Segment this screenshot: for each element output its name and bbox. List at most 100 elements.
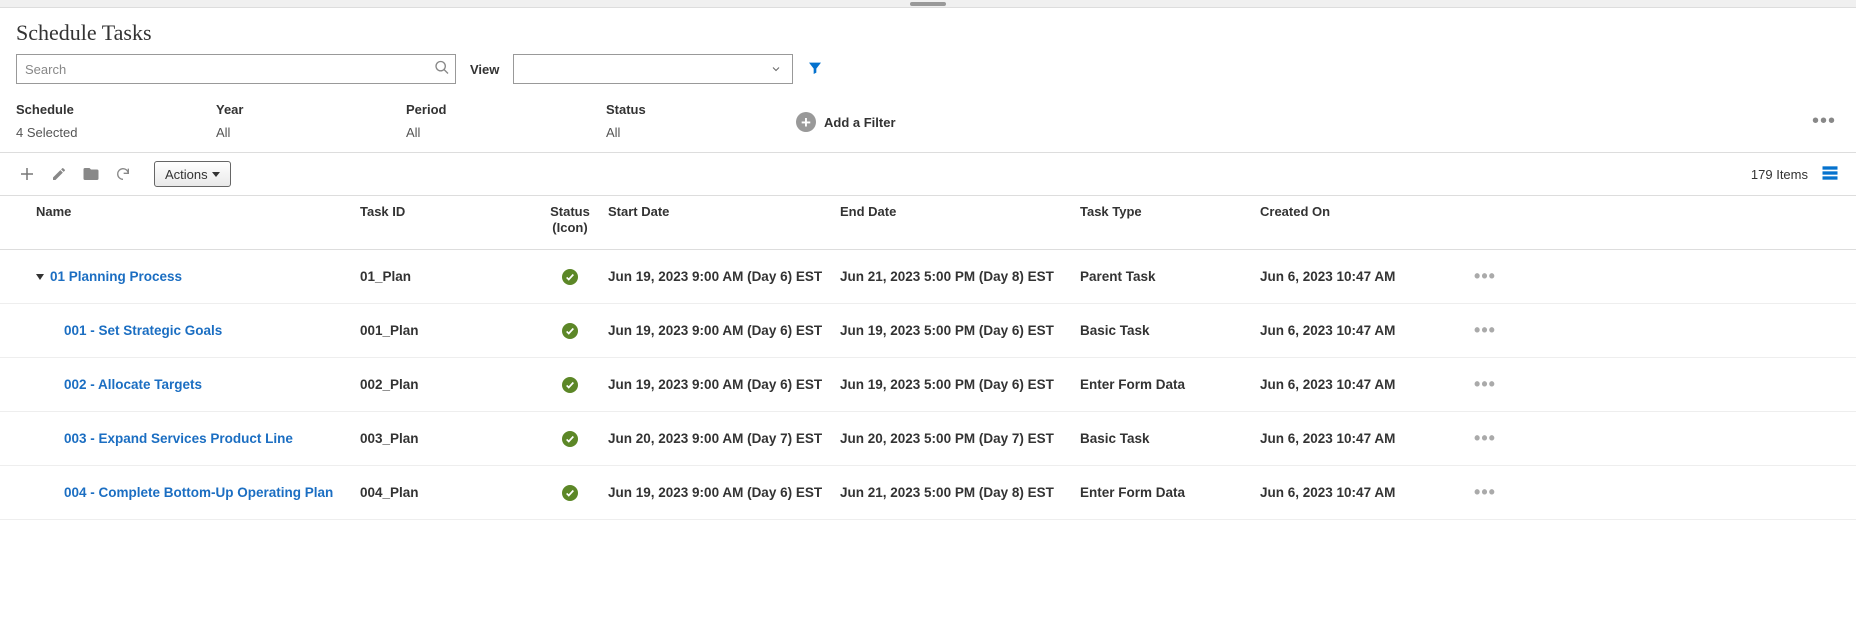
caret-down-icon [212, 172, 220, 177]
col-actions [1460, 204, 1510, 235]
task-name-link[interactable]: 003 - Expand Services Product Line [64, 431, 293, 446]
table-row[interactable]: 003 - Expand Services Product Line 003_Pl… [0, 412, 1856, 466]
add-filter-label: Add a Filter [824, 115, 896, 130]
filter-year-label: Year [216, 102, 366, 117]
actions-dropdown[interactable]: Actions [154, 161, 231, 187]
cell-taskid: 001_Plan [360, 323, 540, 338]
table-header: Name Task ID Status (Icon) Start Date En… [0, 196, 1856, 250]
row-overflow-menu[interactable]: ••• [1474, 374, 1496, 394]
cell-taskid: 003_Plan [360, 431, 540, 446]
cell-end-date: Jun 21, 2023 5:00 PM (Day 8) EST [840, 269, 1080, 284]
cell-created-on: Jun 6, 2023 10:47 AM [1260, 485, 1460, 500]
filter-bar: Schedule 4 Selected Year All Period All … [0, 96, 1856, 153]
row-overflow-menu[interactable]: ••• [1474, 320, 1496, 340]
table-row[interactable]: 01 Planning Process01_PlanJun 19, 2023 9… [0, 250, 1856, 304]
filter-period[interactable]: Period All [406, 102, 566, 140]
cell-task-type: Basic Task [1080, 323, 1260, 338]
col-end[interactable]: End Date [840, 204, 1080, 235]
filter-schedule-label: Schedule [16, 102, 176, 117]
search-input[interactable] [16, 54, 456, 84]
task-name-link[interactable]: 01 Planning Process [50, 269, 182, 284]
filter-schedule-value: 4 Selected [16, 125, 176, 140]
cell-name: 001 - Set Strategic Goals [20, 323, 360, 338]
col-name[interactable]: Name [20, 204, 360, 235]
actions-label: Actions [165, 167, 208, 182]
task-name-link[interactable]: 004 - Complete Bottom-Up Operating Plan [64, 485, 333, 500]
row-overflow-menu[interactable]: ••• [1474, 482, 1496, 502]
task-name-link[interactable]: 001 - Set Strategic Goals [64, 323, 222, 338]
table-row[interactable]: 002 - Allocate Targets002_PlanJun 19, 20… [0, 358, 1856, 412]
cell-created-on: Jun 6, 2023 10:47 AM [1260, 323, 1460, 338]
cell-created-on: Jun 6, 2023 10:47 AM [1260, 269, 1460, 284]
col-status-line2: (Icon) [552, 220, 587, 235]
cell-created-on: Jun 6, 2023 10:47 AM [1260, 431, 1460, 446]
col-created[interactable]: Created On [1260, 204, 1460, 235]
cell-start-date: Jun 19, 2023 9:00 AM (Day 6) EST [600, 323, 840, 338]
table-body: 01 Planning Process01_PlanJun 19, 2023 9… [0, 250, 1856, 520]
top-controls: View [0, 54, 1856, 96]
filter-year[interactable]: Year All [216, 102, 366, 140]
cell-name: 01 Planning Process [20, 269, 360, 284]
cell-task-type: Parent Task [1080, 269, 1260, 284]
cell-status [540, 269, 600, 285]
filter-status-value: All [606, 125, 756, 140]
cell-end-date: Jun 21, 2023 5:00 PM (Day 8) EST [840, 485, 1080, 500]
cell-status [540, 377, 600, 393]
view-label: View [470, 62, 499, 77]
expand-icon[interactable] [36, 274, 44, 280]
filter-status-label: Status [606, 102, 756, 117]
edit-button[interactable] [48, 163, 70, 185]
cell-end-date: Jun 20, 2023 5:00 PM (Day 7) EST [840, 431, 1080, 446]
filter-status[interactable]: Status All [606, 102, 756, 140]
row-overflow-menu[interactable]: ••• [1474, 428, 1496, 448]
filter-overflow-menu[interactable]: ••• [1812, 110, 1836, 133]
refresh-button[interactable] [112, 163, 134, 185]
cell-start-date: Jun 19, 2023 9:00 AM (Day 6) EST [600, 485, 840, 500]
col-taskid[interactable]: Task ID [360, 204, 540, 235]
cell-end-date: Jun 19, 2023 5:00 PM (Day 6) EST [840, 377, 1080, 392]
status-ok-icon [562, 323, 578, 339]
cell-actions: ••• [1460, 374, 1510, 395]
add-filter-button[interactable]: + Add a Filter [796, 112, 896, 132]
status-ok-icon [562, 431, 578, 447]
cell-name: 002 - Allocate Targets [20, 377, 360, 392]
view-toggle-button[interactable] [1820, 163, 1840, 186]
filter-period-value: All [406, 125, 566, 140]
drag-handle-icon[interactable] [910, 2, 946, 6]
col-type[interactable]: Task Type [1080, 204, 1260, 235]
col-status-line1: Status [550, 204, 590, 219]
row-overflow-menu[interactable]: ••• [1474, 266, 1496, 286]
top-divider-bar [0, 0, 1856, 8]
cell-created-on: Jun 6, 2023 10:47 AM [1260, 377, 1460, 392]
cell-actions: ••• [1460, 482, 1510, 503]
task-name-link[interactable]: 002 - Allocate Targets [64, 377, 202, 392]
cell-status [540, 431, 600, 447]
cell-status [540, 485, 600, 501]
page-title: Schedule Tasks [0, 8, 1856, 54]
tasks-table: Name Task ID Status (Icon) Start Date En… [0, 196, 1856, 520]
cell-status [540, 323, 600, 339]
col-status[interactable]: Status (Icon) [540, 204, 600, 235]
folder-icon [82, 165, 100, 183]
plus-icon [18, 165, 36, 183]
filter-icon[interactable] [807, 60, 823, 79]
refresh-icon [115, 166, 131, 182]
search-wrap [16, 54, 456, 84]
filter-year-value: All [216, 125, 366, 140]
status-ok-icon [562, 269, 578, 285]
chevron-down-icon [770, 63, 782, 75]
cell-name: 004 - Complete Bottom-Up Operating Plan [20, 485, 360, 500]
cell-start-date: Jun 19, 2023 9:00 AM (Day 6) EST [600, 269, 840, 284]
filter-schedule[interactable]: Schedule 4 Selected [16, 102, 176, 140]
view-dropdown[interactable] [513, 54, 793, 84]
table-row[interactable]: 004 - Complete Bottom-Up Operating Plan0… [0, 466, 1856, 520]
col-start[interactable]: Start Date [600, 204, 840, 235]
cell-task-type: Enter Form Data [1080, 485, 1260, 500]
table-row[interactable]: 001 - Set Strategic Goals 001_Plan Jun 19,… [0, 304, 1856, 358]
folder-button[interactable] [80, 163, 102, 185]
cell-name: 003 - Expand Services Product Line [20, 431, 360, 446]
filter-period-label: Period [406, 102, 566, 117]
cell-actions: ••• [1460, 428, 1510, 449]
add-button[interactable] [16, 163, 38, 185]
cell-start-date: Jun 19, 2023 9:00 AM (Day 6) EST [600, 377, 840, 392]
